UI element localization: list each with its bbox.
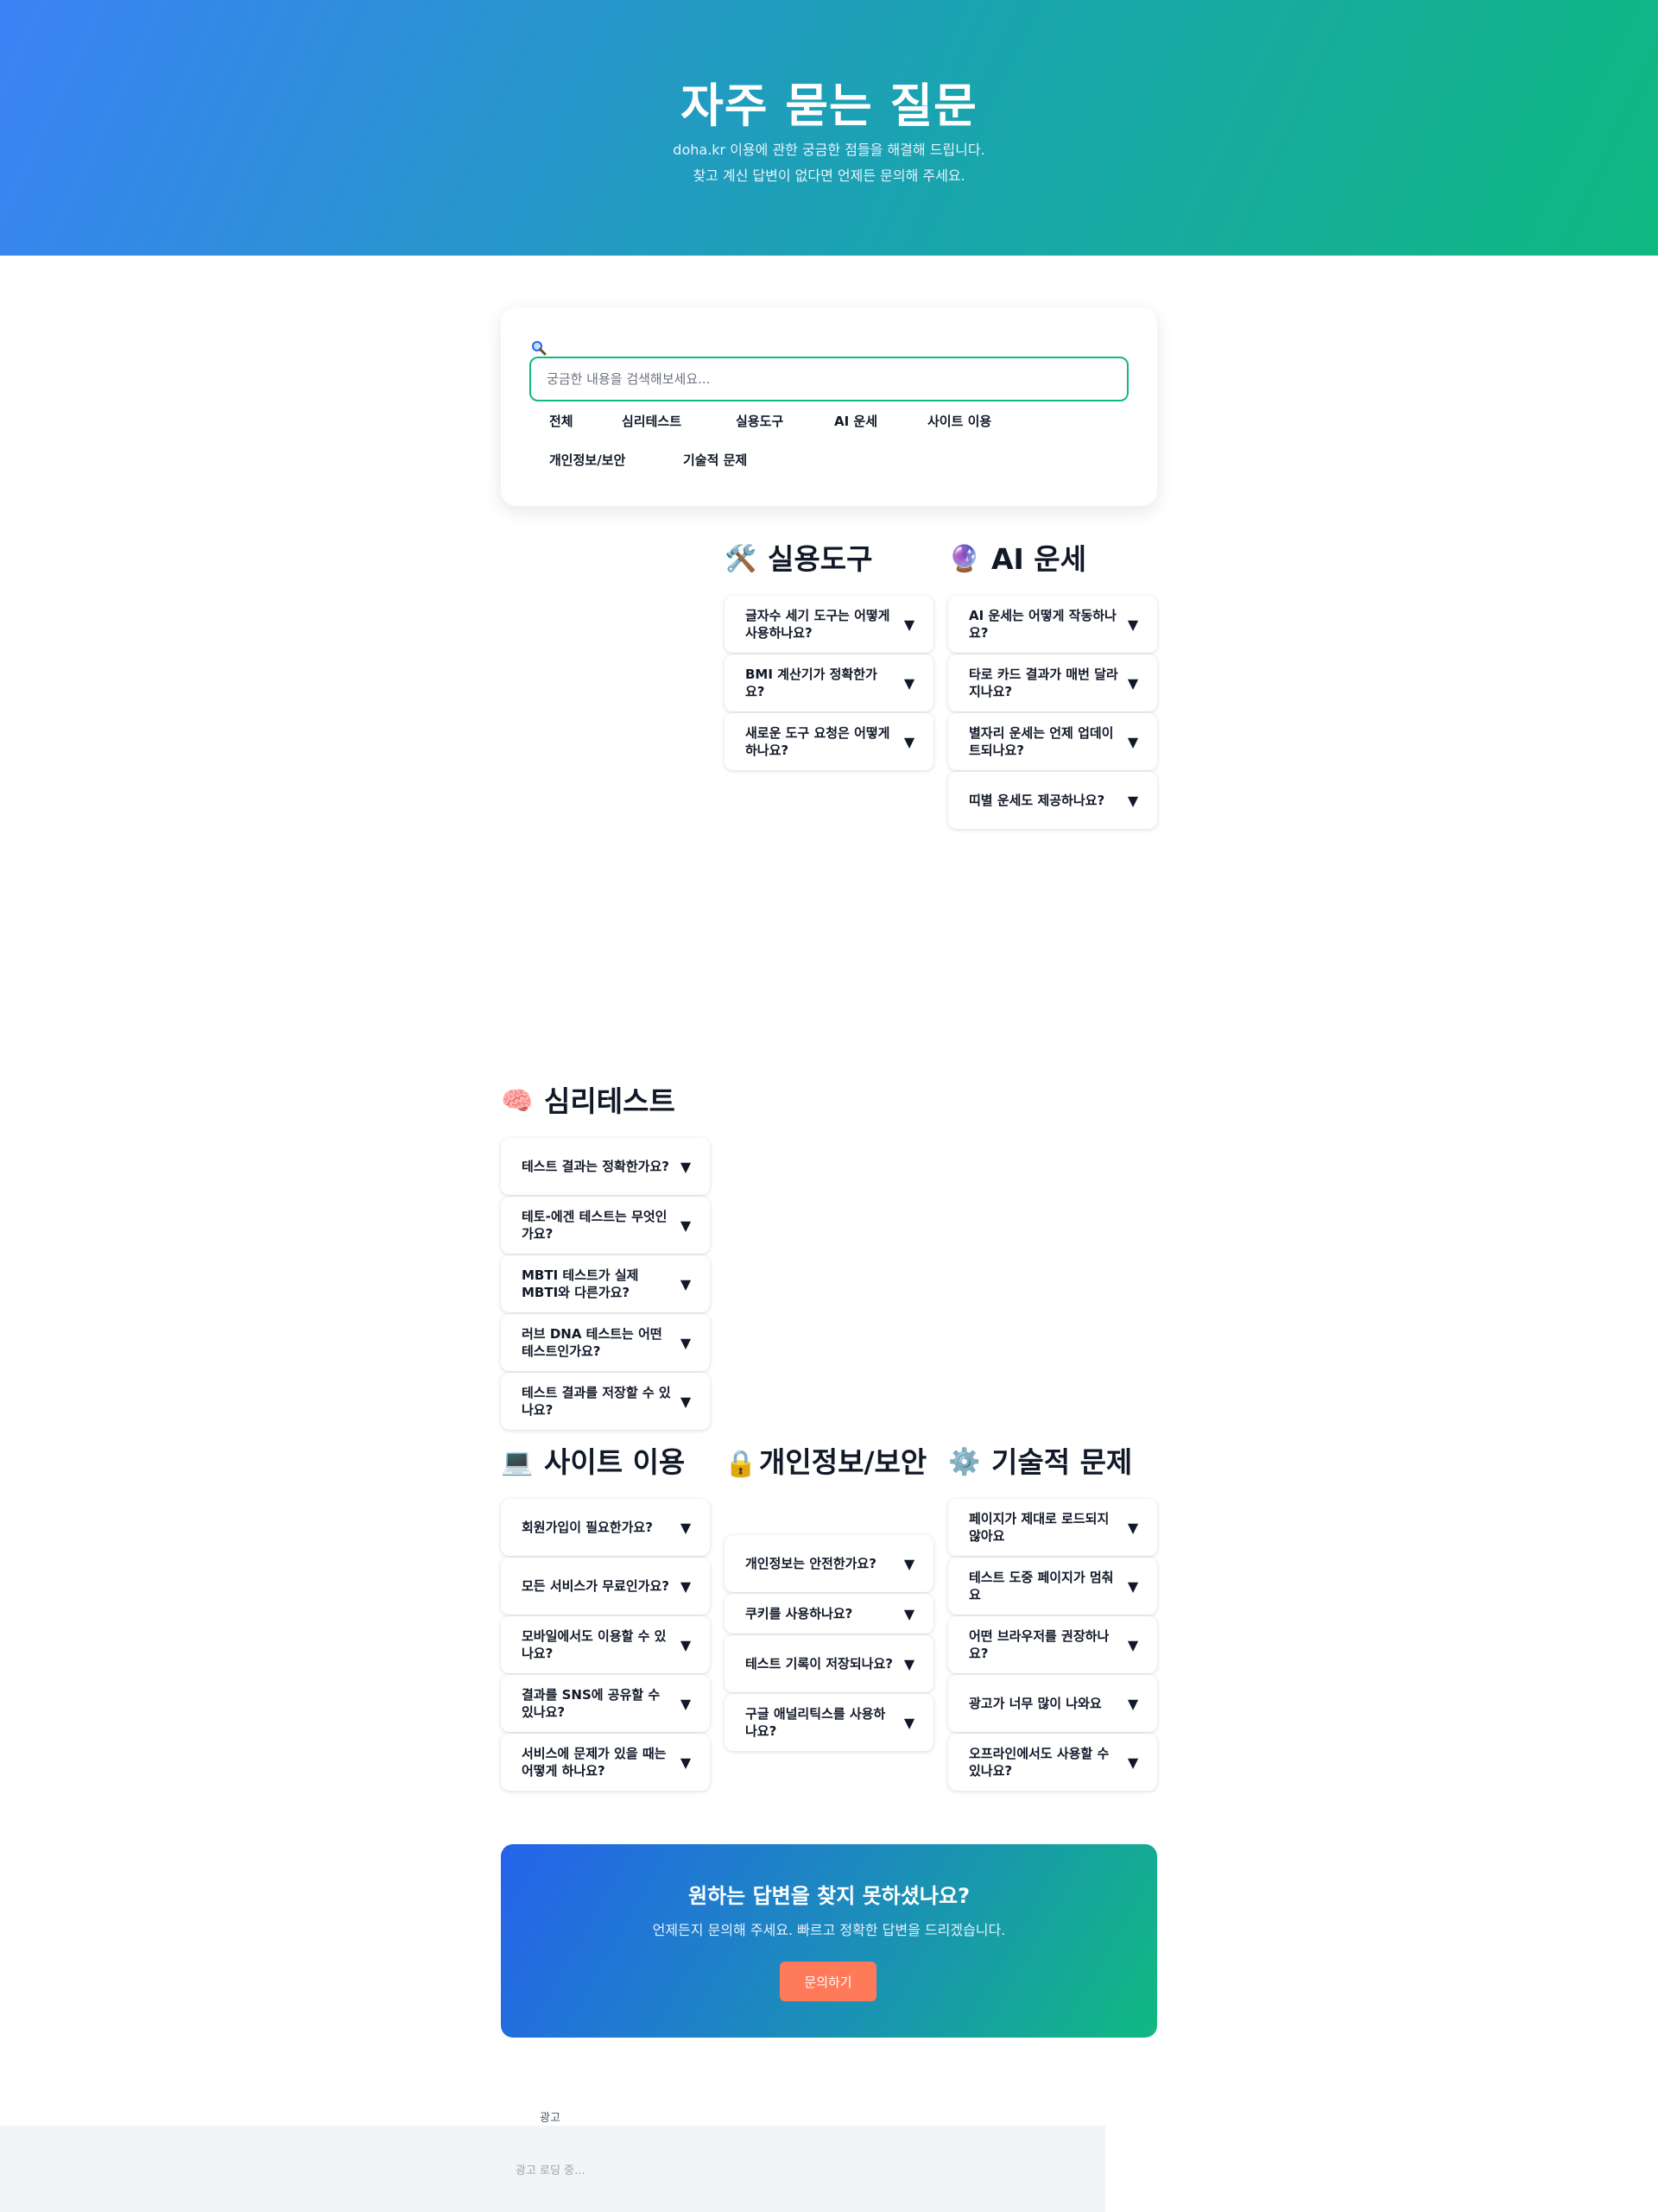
search-input[interactable]	[529, 357, 1129, 401]
page-title: 자주 묻는 질문	[680, 79, 978, 133]
hero-subtitle-line2: 찾고 계신 답변이 없다면 언제든 문의해 주세요.	[693, 167, 965, 184]
faq-list-site: 회원가입이 필요한가요? ▼ 모든 서비스가 무료인가요? ▼ 모바일에서도 이용할…	[501, 1499, 710, 1792]
faq-section-privacy: 🔒개인정보/보안 개인정보는 안전한가요? ▼ 쿠키를 사용하나요? ▼ 테스트 기…	[725, 1445, 933, 1751]
faq-section-tools: 🛠️ 실용도구 글자수 세기 도구는 어떻게 사용하나요? ▼ BMI 계산기가 …	[725, 542, 933, 770]
faq-section-site: 💻 사이트 이용 회원가입이 필요한가요? ▼ 모든 서비스가 무료인가요? ▼ 모…	[501, 1445, 710, 1791]
faq-list-privacy: 개인정보는 안전한가요? ▼ 쿠키를 사용하나요? ▼ 테스트 기록이 저장되나요?…	[725, 1535, 933, 1753]
faq-item[interactable]: 서비스에 문제가 있을 때는 어떻게 하나요? ▼	[501, 1734, 710, 1791]
triangle-down-icon: ▼	[903, 1555, 915, 1572]
faq-item[interactable]: 타로 카드 결과가 매번 달라지나요? ▼	[948, 654, 1157, 711]
crystal-ball-icon: 🔮	[948, 544, 981, 574]
faq-item[interactable]: 테스트 결과는 정확한가요? ▼	[501, 1138, 710, 1195]
faq-item[interactable]: 오프라인에서도 사용할 수 있나요? ▼	[948, 1734, 1157, 1791]
faq-item[interactable]: MBTI 테스트가 실제 MBTI와 다른가요? ▼	[501, 1255, 710, 1312]
section-title-privacy: 🔒개인정보/보안	[725, 1445, 933, 1482]
faq-item[interactable]: 테스트 기록이 저장되나요? ▼	[725, 1635, 933, 1692]
triangle-down-icon: ▼	[903, 1605, 915, 1622]
brain-icon: 🧠	[501, 1086, 534, 1116]
faq-item[interactable]: 광고가 너무 많이 나와요 ▼	[948, 1675, 1157, 1732]
cta-text: 언제든지 문의해 주세요. 빠르고 정확한 답변을 드리겠습니다.	[652, 1922, 1006, 1938]
triangle-down-icon: ▼	[1127, 792, 1139, 809]
faq-item[interactable]: 구글 애널리틱스를 사용하나요? ▼	[725, 1694, 933, 1751]
faq-item[interactable]: 테토-에겐 테스트는 무엇인가요? ▼	[501, 1197, 710, 1254]
faq-list-fortune: AI 운세는 어떻게 작동하나요? ▼ 타로 카드 결과가 매번 달라지나요? ▼ …	[948, 596, 1157, 831]
ad-label: 광고	[540, 2112, 560, 2125]
faq-item[interactable]: 개인정보는 안전한가요? ▼	[725, 1535, 933, 1592]
faq-item[interactable]: 쿠키를 사용하나요? ▼	[725, 1594, 933, 1634]
triangle-down-icon: ▼	[1127, 1519, 1139, 1536]
tools-icon: 🛠️	[725, 544, 757, 574]
faq-item[interactable]: 모바일에서도 이용할 수 있나요? ▼	[501, 1616, 710, 1673]
category-psych[interactable]: 심리테스트	[622, 412, 681, 430]
hero-subtitle-line1: doha.kr 이용에 관한 궁금한 점들을 해결해 드립니다.	[673, 142, 985, 158]
search-card: 전체 심리테스트 실용도구 AI 운세 사이트 이용 개인정보/보안 기술적 문…	[501, 307, 1157, 506]
category-all[interactable]: 전체	[549, 412, 573, 430]
triangle-down-icon: ▼	[1127, 674, 1139, 692]
lock-icon: 🔒	[725, 1449, 757, 1479]
faq-list-psych: 테스트 결과는 정확한가요? ▼ 테토-에겐 테스트는 무엇인가요? ▼ MBTI …	[501, 1138, 710, 1431]
ad-loading-text: 광고 로딩 중...	[516, 2165, 585, 2177]
triangle-down-icon: ▼	[680, 1695, 692, 1712]
triangle-down-icon: ▼	[680, 1577, 692, 1595]
category-tech[interactable]: 기술적 문제	[683, 451, 747, 469]
faq-section-fortune: 🔮 AI 운세 AI 운세는 어떻게 작동하나요? ▼ 타로 카드 결과가 매번 …	[948, 542, 1157, 829]
faq-item[interactable]: 어떤 브라우저를 권장하나요? ▼	[948, 1616, 1157, 1673]
triangle-down-icon: ▼	[903, 1655, 915, 1672]
category-fortune[interactable]: AI 운세	[834, 412, 877, 430]
triangle-down-icon: ▼	[1127, 1577, 1139, 1595]
faq-item[interactable]: 새로운 도구 요청은 어떻게 하나요? ▼	[725, 713, 933, 770]
triangle-down-icon: ▼	[1127, 1754, 1139, 1771]
faq-item[interactable]: 결과를 SNS에 공유할 수 있나요? ▼	[501, 1675, 710, 1732]
faq-section-tech: ⚙️ 기술적 문제 페이지가 제대로 로드되지 않아요 ▼ 테스트 도중 페이지가…	[948, 1445, 1157, 1791]
search-icon	[531, 340, 547, 356]
faq-item[interactable]: 테스트 결과를 저장할 수 있나요? ▼	[501, 1373, 710, 1430]
triangle-down-icon: ▼	[1127, 616, 1139, 633]
faq-item[interactable]: 모든 서비스가 무료인가요? ▼	[501, 1558, 710, 1615]
contact-cta: 원하는 답변을 찾지 못하셨나요? 언제든지 문의해 주세요. 빠르고 정확한 …	[501, 1844, 1157, 2038]
triangle-down-icon: ▼	[903, 1714, 915, 1731]
triangle-down-icon: ▼	[903, 674, 915, 692]
triangle-down-icon: ▼	[680, 1754, 692, 1771]
cta-title: 원하는 답변을 찾지 못하셨나요?	[687, 1884, 971, 1908]
faq-item[interactable]: 띠별 운세도 제공하나요? ▼	[948, 772, 1157, 829]
triangle-down-icon: ▼	[903, 733, 915, 750]
faq-item[interactable]: 테스트 도중 페이지가 멈춰요 ▼	[948, 1558, 1157, 1615]
section-title-fortune: 🔮 AI 운세	[948, 542, 1087, 576]
section-title-tools: 🛠️ 실용도구	[725, 542, 873, 576]
faq-item[interactable]: AI 운세는 어떻게 작동하나요? ▼	[948, 596, 1157, 653]
faq-item[interactable]: 글자수 세기 도구는 어떻게 사용하나요? ▼	[725, 596, 933, 653]
faq-list-tech: 페이지가 제대로 로드되지 않아요 ▼ 테스트 도중 페이지가 멈춰요 ▼ 어떤 브…	[948, 1499, 1157, 1792]
triangle-down-icon: ▼	[680, 1393, 692, 1410]
gear-icon: ⚙️	[948, 1447, 981, 1477]
triangle-down-icon: ▼	[680, 1334, 692, 1351]
faq-item[interactable]: 별자리 운세는 언제 업데이트되나요? ▼	[948, 713, 1157, 770]
faq-list-tools: 글자수 세기 도구는 어떻게 사용하나요? ▼ BMI 계산기가 정확한가요? ▼ …	[725, 596, 933, 772]
triangle-down-icon: ▼	[1127, 1695, 1139, 1712]
category-privacy[interactable]: 개인정보/보안	[549, 451, 625, 469]
ad-container[interactable]: 광고 로딩 중...	[0, 2126, 1105, 2212]
contact-button[interactable]: 문의하기	[780, 1962, 876, 2001]
triangle-down-icon: ▼	[680, 1158, 692, 1175]
faq-hero: 자주 묻는 질문 doha.kr 이용에 관한 궁금한 점들을 해결해 드립니다…	[0, 0, 1658, 256]
triangle-down-icon: ▼	[680, 1636, 692, 1653]
faq-item[interactable]: 회원가입이 필요한가요? ▼	[501, 1499, 710, 1556]
triangle-down-icon: ▼	[1127, 1636, 1139, 1653]
triangle-down-icon: ▼	[680, 1275, 692, 1292]
triangle-down-icon: ▼	[680, 1519, 692, 1536]
section-title-psych: 🧠 심리테스트	[501, 1084, 675, 1118]
category-site[interactable]: 사이트 이용	[927, 412, 991, 430]
faq-section-psych: 🧠 심리테스트 테스트 결과는 정확한가요? ▼ 테토-에겐 테스트는 무엇인가요…	[501, 1084, 710, 1430]
category-tools[interactable]: 실용도구	[736, 412, 783, 430]
triangle-down-icon: ▼	[680, 1217, 692, 1234]
triangle-down-icon: ▼	[903, 616, 915, 633]
faq-item[interactable]: 페이지가 제대로 로드되지 않아요 ▼	[948, 1499, 1157, 1556]
faq-item[interactable]: 러브 DNA 테스트는 어떤 테스트인가요? ▼	[501, 1314, 710, 1371]
faq-item[interactable]: BMI 계산기가 정확한가요? ▼	[725, 654, 933, 711]
section-title-tech: ⚙️ 기술적 문제	[948, 1445, 1133, 1479]
triangle-down-icon: ▼	[1127, 733, 1139, 750]
laptop-icon: 💻	[501, 1447, 534, 1477]
section-title-site: 💻 사이트 이용	[501, 1445, 686, 1479]
